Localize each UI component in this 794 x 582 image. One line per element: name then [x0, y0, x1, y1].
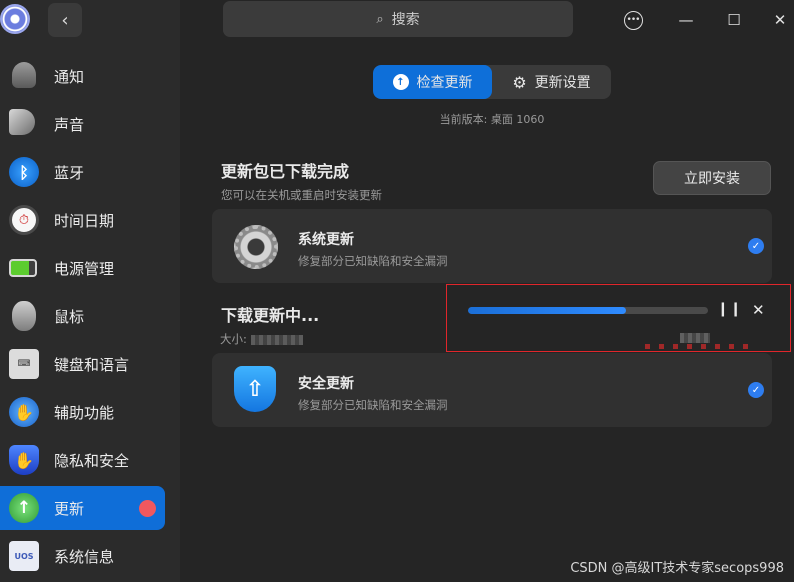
blurred-progress-text	[680, 333, 710, 343]
card-title: 安全更新	[298, 376, 354, 392]
card-title: 系统更新	[298, 232, 354, 248]
sidebar-item-power[interactable]: 电源管理	[0, 246, 165, 290]
minimize-icon: —	[678, 11, 694, 29]
minimize-button[interactable]: —	[672, 6, 700, 34]
progress-fill	[468, 307, 627, 314]
chevron-left-icon: ‹	[61, 9, 69, 31]
sidebar-item-label: 系统信息	[54, 548, 115, 566]
cancel-download-button[interactable]: ✕	[752, 301, 765, 319]
main-menu-button[interactable]: •••	[619, 6, 647, 34]
control-center-logo-icon	[0, 4, 30, 34]
system-update-card: 系统更新 修复部分已知缺陷和安全漏洞 ✓	[212, 209, 772, 283]
card-description: 修复部分已知缺陷和安全漏洞	[298, 398, 448, 412]
sidebar-item-privacy[interactable]: ✋ 隐私和安全	[0, 438, 165, 482]
update-tabs: ↑ 检查更新 ⚙ 更新设置	[373, 65, 611, 99]
pause-button[interactable]: ❙❙	[717, 301, 742, 317]
card-description: 修复部分已知缺陷和安全漏洞	[298, 254, 448, 268]
tab-label: 更新设置	[534, 75, 591, 91]
speaker-icon	[9, 109, 35, 135]
search-icon: ⌕	[376, 11, 384, 27]
download-progress-bar	[468, 307, 708, 314]
bluetooth-icon: ᛒ	[9, 157, 39, 187]
close-icon: ✕	[773, 11, 787, 29]
maximize-icon: ☐	[727, 11, 741, 29]
mouse-icon	[12, 301, 36, 331]
sidebar-item-notification[interactable]: 通知	[0, 54, 165, 98]
sidebar: ‹ 通知 声音 ᛒ 蓝牙 ⏱ 时间日期 电源管理 鼠标 ⌨ 键盘和语言 ✋ 辅助…	[0, 0, 180, 582]
update-icon: ↑	[9, 493, 39, 523]
sidebar-item-datetime[interactable]: ⏱ 时间日期	[0, 198, 165, 242]
sidebar-item-label: 声音	[54, 116, 85, 134]
downloaded-title: 更新包已下载完成	[221, 162, 350, 181]
size-label: 大小:	[220, 332, 247, 346]
tab-update-settings[interactable]: ⚙ 更新设置	[492, 65, 611, 99]
sidebar-item-keyboard[interactable]: ⌨ 键盘和语言	[0, 342, 165, 386]
tab-label: 检查更新	[416, 75, 473, 91]
sidebar-item-label: 隐私和安全	[54, 452, 130, 470]
download-size: 大小:	[220, 331, 303, 347]
system-info-icon: UOS	[9, 541, 39, 571]
bell-icon	[12, 62, 36, 88]
system-update-gear-icon	[234, 225, 278, 269]
security-update-card: ⇧ 安全更新 修复部分已知缺陷和安全漏洞 ✓	[212, 353, 772, 427]
sidebar-item-label: 更新	[54, 500, 85, 518]
keyboard-icon: ⌨	[9, 349, 39, 379]
sidebar-item-mouse[interactable]: 鼠标	[0, 294, 165, 338]
close-icon: ✕	[752, 301, 765, 319]
blurred-size-value	[250, 334, 303, 345]
sidebar-item-bluetooth[interactable]: ᛒ 蓝牙	[0, 150, 165, 194]
current-version: 当前版本: 桌面 1060	[439, 113, 545, 126]
downloading-title: 下载更新中...	[221, 306, 320, 325]
sidebar-item-label: 辅助功能	[54, 404, 115, 422]
downloaded-subtitle: 您可以在关机或重启时安装更新	[221, 188, 382, 202]
notification-badge	[139, 500, 156, 517]
sidebar-item-update[interactable]: ↑ 更新	[0, 486, 165, 530]
search-placeholder: 搜索	[391, 12, 420, 28]
battery-icon	[9, 259, 37, 277]
pause-icon: ❙❙	[717, 301, 743, 317]
more-options-icon: •••	[623, 10, 643, 30]
sidebar-item-label: 键盘和语言	[54, 356, 130, 374]
gear-icon: ⚙	[512, 72, 527, 92]
shield-upload-icon: ⇧	[234, 366, 276, 412]
sidebar-item-label: 时间日期	[54, 212, 115, 230]
search-input[interactable]: ⌕ 搜索	[223, 1, 573, 37]
back-button[interactable]: ‹	[48, 3, 82, 37]
close-window-button[interactable]: ✕	[766, 6, 794, 34]
blurred-annotation	[645, 344, 749, 349]
tab-check-update[interactable]: ↑ 检查更新	[373, 65, 492, 99]
accessibility-icon: ✋	[9, 397, 39, 427]
sidebar-item-label: 鼠标	[54, 308, 85, 326]
privacy-icon: ✋	[9, 445, 39, 475]
maximize-button[interactable]: ☐	[720, 6, 748, 34]
install-now-button[interactable]: 立即安装	[653, 161, 771, 195]
watermark: CSDN @高级IT技术专家secops998	[570, 561, 784, 576]
checkmark-icon: ✓	[748, 238, 764, 254]
sidebar-item-system-info[interactable]: UOS 系统信息	[0, 534, 165, 578]
arrow-up-circle-icon: ↑	[392, 74, 409, 90]
sidebar-item-label: 电源管理	[54, 260, 115, 278]
checkmark-icon: ✓	[748, 382, 764, 398]
sidebar-item-accessibility[interactable]: ✋ 辅助功能	[0, 390, 165, 434]
sidebar-item-label: 蓝牙	[54, 164, 85, 182]
annotation-highlight-box	[446, 284, 791, 352]
sidebar-item-sound[interactable]: 声音	[0, 102, 165, 146]
clock-icon: ⏱	[9, 205, 39, 235]
sidebar-item-label: 通知	[54, 68, 85, 86]
